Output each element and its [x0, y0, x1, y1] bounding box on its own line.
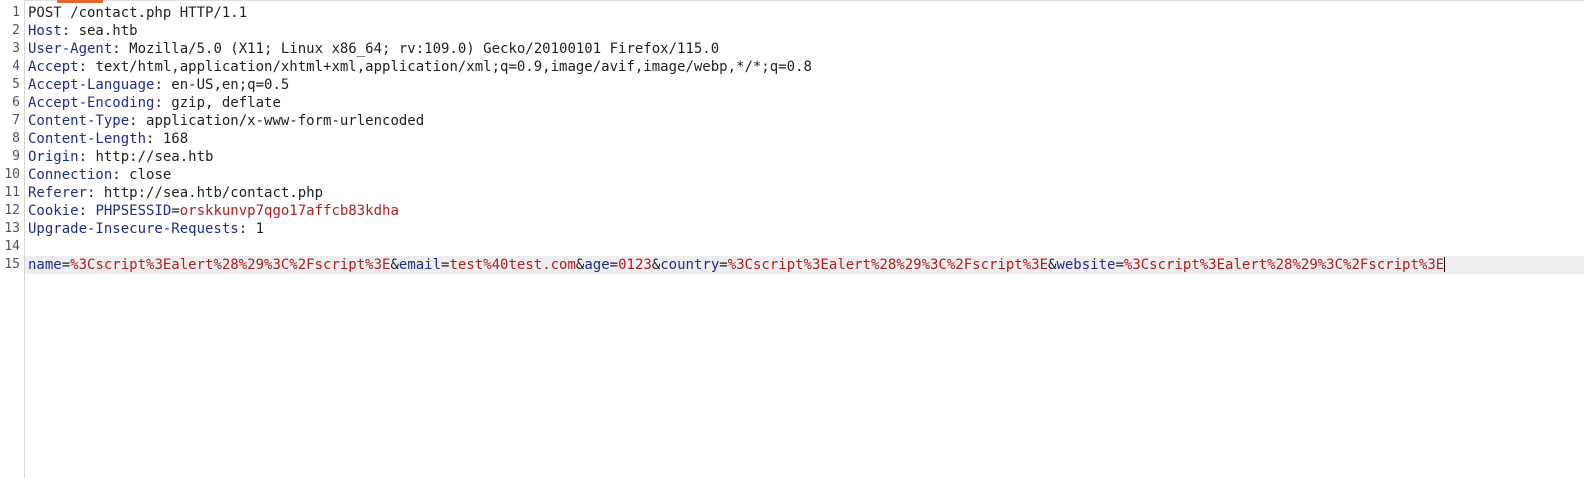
line-number: 14 [4, 239, 20, 254]
header-value: http://sea.htb/contact.php [103, 185, 324, 201]
body-param-key: country [660, 257, 720, 273]
line-number: 8 [12, 131, 20, 146]
cookie-key: PHPSESSID [95, 203, 172, 219]
line-number-gutter: 1 2 3 4 5 6 7 8 9 10 11 12 13 14 15 [0, 0, 25, 478]
line-number: 12 [4, 203, 20, 218]
line-number: 6 [12, 95, 20, 110]
header-line-accept-language[interactable]: Accept-Language: en-US,en;q=0.5 [28, 76, 289, 94]
header-line-referer[interactable]: Referer: http://sea.htb/contact.php [28, 184, 323, 202]
line-number: 13 [4, 221, 20, 236]
header-value: close [129, 167, 172, 183]
line-number: 9 [12, 149, 20, 164]
line-number: 4 [12, 59, 20, 74]
body-param-value: 0123 [618, 257, 652, 273]
header-line-accept-encoding[interactable]: Accept-Encoding: gzip, deflate [28, 94, 281, 112]
header-value: text/html,application/xhtml+xml,applicat… [95, 59, 812, 75]
header-line-content-type[interactable]: Content-Type: application/x-www-form-url… [28, 112, 424, 130]
header-name: Content-Type [28, 113, 130, 129]
request-line[interactable]: POST /contact.php HTTP/1.1 [28, 4, 247, 22]
http-request-editor[interactable]: 1 2 3 4 5 6 7 8 9 10 11 12 13 14 15 POST… [0, 0, 1584, 478]
header-line-host[interactable]: Host: sea.htb [28, 22, 138, 40]
text-cursor [1444, 257, 1446, 272]
line-number: 7 [12, 113, 20, 128]
header-name: Cookie [28, 203, 79, 219]
line-number: 11 [4, 185, 20, 200]
header-line-content-length[interactable]: Content-Length: 168 [28, 130, 188, 148]
header-name: Origin [28, 149, 79, 165]
body-param-value: %3Cscript%3Ealert%28%29%3C%2Fscript%3E [1123, 257, 1445, 273]
line-number: 10 [4, 167, 20, 182]
header-name: Accept-Language [28, 77, 155, 93]
header-value: Mozilla/5.0 (X11; Linux x86_64; rv:109.0… [129, 41, 720, 57]
header-name: Upgrade-Insecure-Requests [28, 221, 239, 237]
body-param-value: %3Cscript%3Ealert%28%29%3C%2Fscript%3E [727, 257, 1048, 273]
line-number: 1 [12, 5, 20, 20]
body-param-key: age [584, 257, 610, 273]
header-name: Accept [28, 59, 79, 75]
header-value: sea.htb [78, 23, 138, 39]
header-name: Connection [28, 167, 113, 183]
line-number: 2 [12, 23, 20, 38]
line-number: 15 [4, 257, 20, 272]
header-line-user-agent[interactable]: User-Agent: Mozilla/5.0 (X11; Linux x86_… [28, 40, 719, 58]
body-param-value: %3Cscript%3Ealert%28%29%3C%2Fscript%3E [70, 257, 391, 273]
header-value: 168 [162, 131, 189, 147]
body-param-key: email [398, 257, 442, 273]
header-line-accept[interactable]: Accept: text/html,application/xhtml+xml,… [28, 58, 812, 76]
body-param-key: name [28, 257, 62, 273]
header-value: http://sea.htb [95, 149, 214, 165]
header-name: User-Agent [28, 41, 113, 57]
body-param-key: website [1056, 257, 1116, 273]
header-line-cookie[interactable]: Cookie: PHPSESSID=orskkunvp7qgo17affcb83… [28, 202, 399, 220]
line-number: 3 [12, 41, 20, 56]
cookie-value: orskkunvp7qgo17affcb83kdha [179, 203, 399, 219]
request-line-text: POST /contact.php HTTP/1.1 [28, 5, 248, 21]
header-value: en-US,en;q=0.5 [171, 77, 290, 93]
header-name: Accept-Encoding [28, 95, 155, 111]
header-value: application/x-www-form-urlencoded [146, 113, 425, 129]
header-line-origin[interactable]: Origin: http://sea.htb [28, 148, 213, 166]
header-value: 1 [255, 221, 265, 237]
header-name: Referer [28, 185, 88, 201]
request-text-area[interactable]: POST /contact.php HTTP/1.1 Host: sea.htb… [25, 0, 1584, 478]
body-param-value: test%40test.com [449, 257, 576, 273]
line-number: 5 [12, 77, 20, 92]
header-value: gzip, deflate [171, 95, 281, 111]
header-name: Host [28, 23, 62, 39]
header-line-connection[interactable]: Connection: close [28, 166, 171, 184]
header-name: Content-Length [28, 131, 147, 147]
request-body-line[interactable]: name=%3Cscript%3Ealert%28%29%3C%2Fscript… [25, 256, 1584, 274]
header-line-upgrade-insecure-requests[interactable]: Upgrade-Insecure-Requests: 1 [28, 220, 264, 238]
